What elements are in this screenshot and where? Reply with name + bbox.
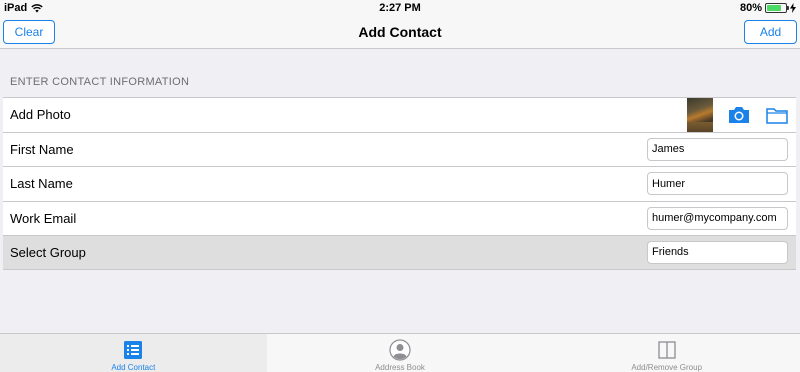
status-bar: iPad 2:27 PM 80% <box>0 0 800 16</box>
select-group-label: Select Group <box>10 244 86 260</box>
add-photo-label: Add Photo <box>10 107 71 123</box>
photo-thumbnail[interactable] <box>687 98 713 132</box>
tab-add-remove-group[interactable]: Add/Remove Group <box>533 334 800 372</box>
page-title: Add Contact <box>358 24 442 40</box>
first-name-field[interactable] <box>647 137 788 161</box>
last-name-row: Last Name <box>3 166 796 201</box>
contact-form: Add Photo First Name Last Name Work Emai… <box>3 97 796 270</box>
tab-address-book[interactable]: Address Book <box>267 334 534 372</box>
tab-add-contact[interactable]: Add Contact <box>0 334 267 372</box>
camera-icon[interactable] <box>727 105 751 125</box>
charging-icon <box>790 3 796 13</box>
battery-percent: 80% <box>739 2 762 14</box>
navigation-bar: Clear Add Contact Add <box>0 16 800 49</box>
last-name-field[interactable] <box>647 172 788 196</box>
tab-bar: Add Contact Address Book Add/Remove Grou… <box>0 333 800 372</box>
book-icon <box>658 341 676 359</box>
battery-icon <box>765 3 789 13</box>
last-name-label: Last Name <box>10 176 73 192</box>
work-email-row: Work Email <box>3 200 796 235</box>
first-name-row: First Name <box>3 131 796 166</box>
work-email-label: Work Email <box>10 210 77 226</box>
add-button[interactable]: Add <box>744 20 797 44</box>
list-icon <box>124 341 143 359</box>
select-group-row[interactable]: Select Group <box>3 235 796 270</box>
tab-address-book-label: Address Book <box>375 363 425 372</box>
folder-icon[interactable] <box>765 105 789 125</box>
group-field[interactable] <box>647 240 788 264</box>
battery-area: 80% <box>740 2 796 14</box>
add-photo-row: Add Photo <box>3 97 796 132</box>
tab-add-contact-label: Add Contact <box>111 363 156 372</box>
section-header: ENTER CONTACT INFORMATION <box>10 76 190 88</box>
tab-add-remove-group-label: Add/Remove Group <box>631 363 703 372</box>
first-name-label: First Name <box>10 141 74 157</box>
work-email-field[interactable] <box>647 206 788 230</box>
person-icon <box>389 339 411 361</box>
status-time: 2:27 PM <box>379 2 421 14</box>
